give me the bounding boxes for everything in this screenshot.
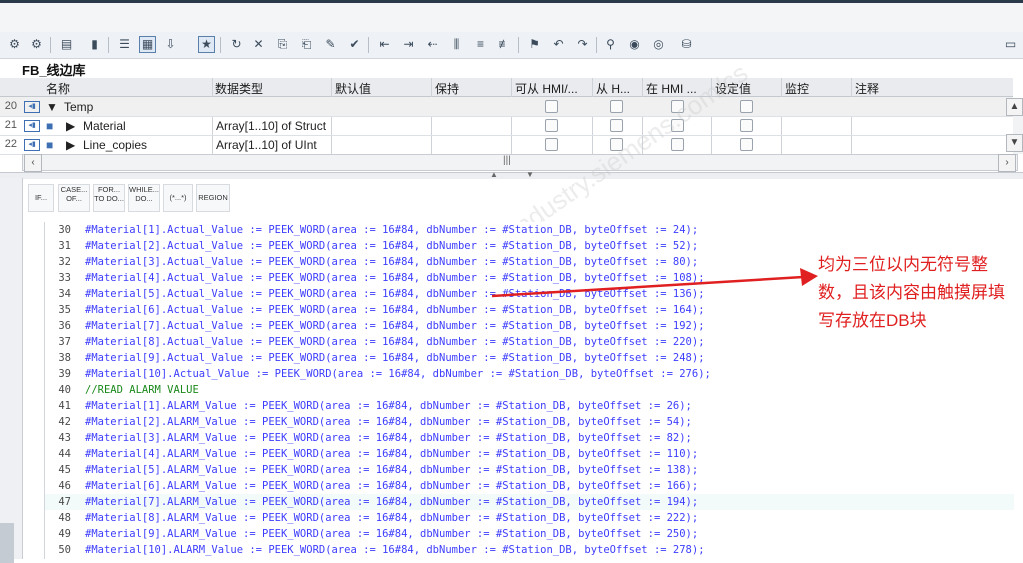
arrow-line: [491, 275, 804, 298]
arrow-head: [800, 268, 818, 286]
annotation-text: 均为三位以内无符号整数，且该内容由触摸屏填写存放在DB块: [818, 255, 1005, 330]
